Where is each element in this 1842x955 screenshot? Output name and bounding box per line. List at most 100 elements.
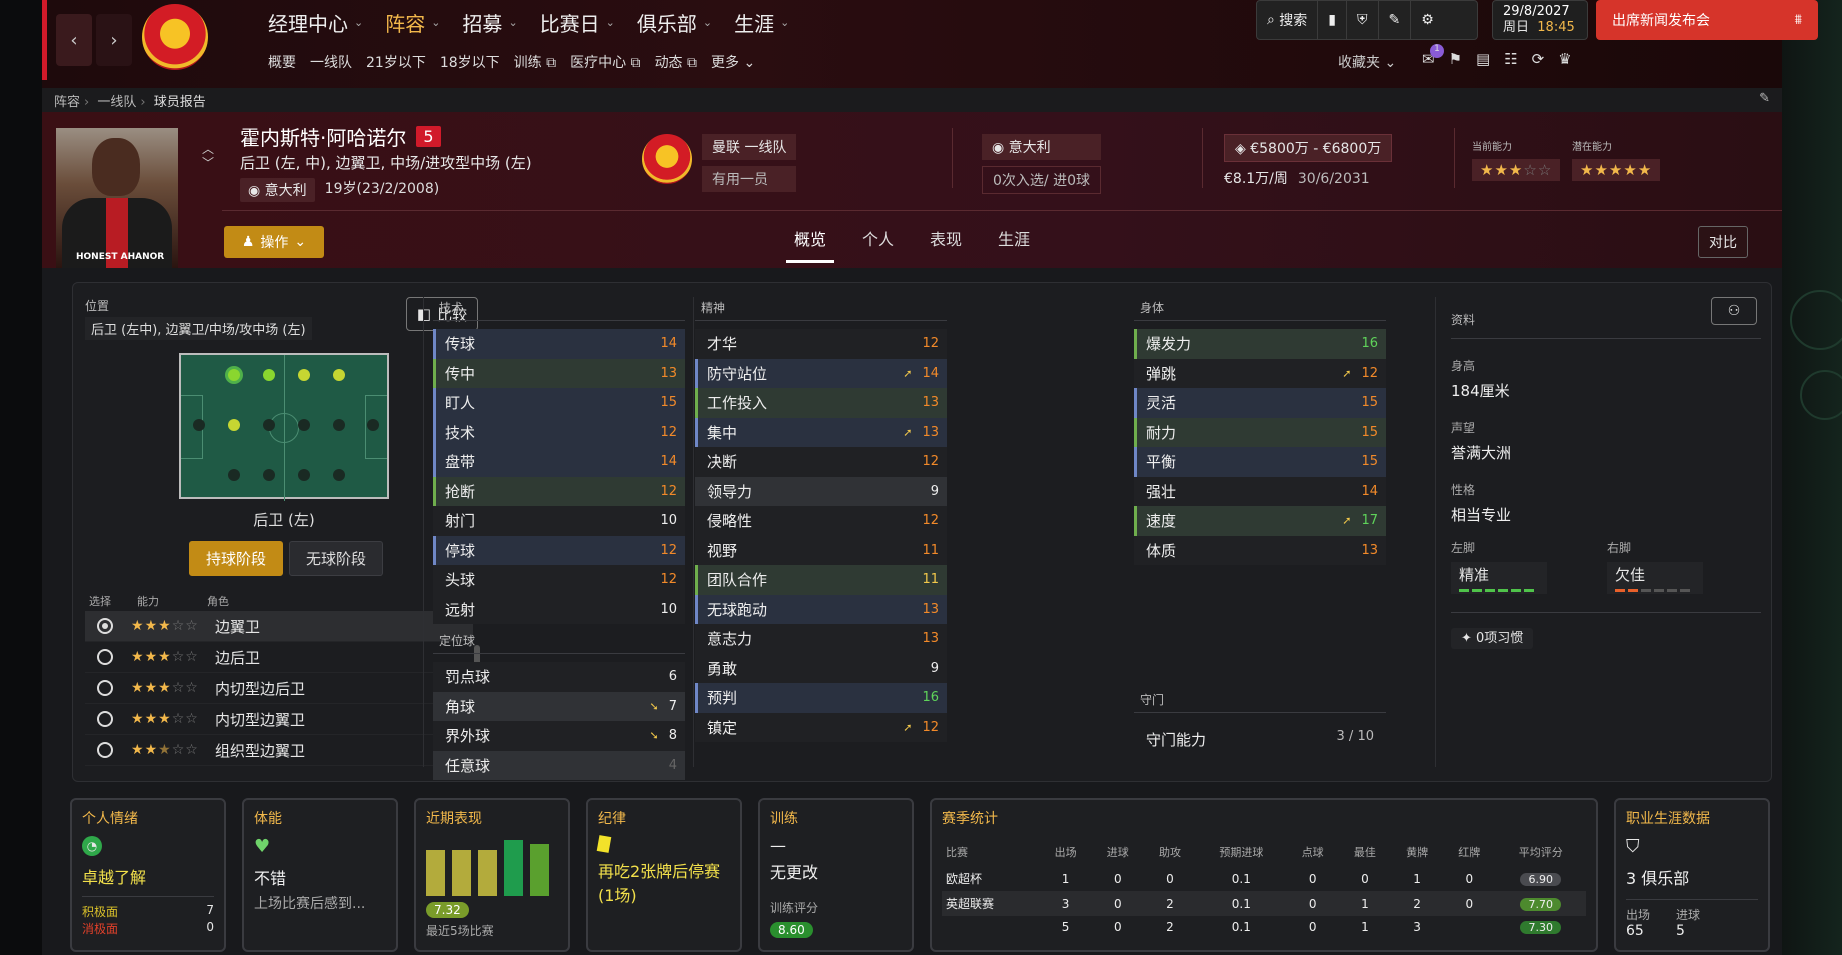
position-dot[interactable] bbox=[263, 369, 275, 381]
nav-item[interactable]: 比赛日 ⌄ bbox=[540, 8, 615, 37]
position-dot[interactable] bbox=[193, 419, 205, 431]
attribute-row[interactable]: 预判 16 bbox=[695, 683, 947, 713]
subnav-item[interactable]: 21岁以下 bbox=[366, 52, 426, 72]
role-radio[interactable] bbox=[97, 618, 113, 634]
profile-settings-button[interactable]: ⚇ bbox=[1711, 297, 1757, 325]
nav-item[interactable]: 招募 ⌄ bbox=[462, 8, 517, 37]
attribute-row[interactable]: 无球跑动 13 bbox=[695, 594, 947, 624]
position-dot[interactable] bbox=[333, 469, 345, 481]
subnav-item[interactable]: 医疗中心 ⧉ bbox=[570, 52, 640, 72]
role-radio[interactable] bbox=[97, 649, 113, 665]
actions-button[interactable]: ♟ 操作 ⌄ bbox=[224, 226, 324, 258]
role-row[interactable]: ★★★☆☆ 内切型边后卫 bbox=[85, 673, 473, 704]
position-dot[interactable] bbox=[333, 369, 345, 381]
bookmark-icon[interactable]: ▮ bbox=[1318, 1, 1348, 39]
nav-item[interactable]: 生涯 ⌄ bbox=[734, 8, 789, 37]
position-dot[interactable] bbox=[298, 419, 310, 431]
role-radio[interactable] bbox=[97, 742, 113, 758]
attribute-row[interactable]: 耐力 15 bbox=[1134, 417, 1386, 447]
position-dot[interactable] bbox=[263, 469, 275, 481]
position-dot[interactable] bbox=[298, 369, 310, 381]
chevron-down-icon[interactable]: ﹀ bbox=[202, 156, 214, 170]
people-icon[interactable]: ☷ bbox=[1504, 50, 1517, 68]
attribute-row[interactable]: 传球 14 bbox=[433, 329, 685, 359]
attribute-row[interactable]: 远射 10 bbox=[433, 594, 685, 624]
attribute-row[interactable]: 速度 ➚ 17 bbox=[1134, 506, 1386, 536]
attribute-row[interactable]: 团队合作 11 bbox=[695, 565, 947, 595]
attribute-row[interactable]: 头球 12 bbox=[433, 565, 685, 595]
tab-career[interactable]: 生涯 bbox=[990, 224, 1038, 263]
attribute-row[interactable]: 防守站位 ➚ 14 bbox=[695, 358, 947, 388]
breadcrumb-squad[interactable]: 阵容 bbox=[54, 95, 80, 110]
role-row[interactable]: ★★★☆☆ 组织型边翼卫 bbox=[85, 735, 473, 766]
nav-item[interactable]: 俱乐部 ⌄ bbox=[637, 8, 712, 37]
tab-overview[interactable]: 概览 bbox=[786, 224, 835, 263]
stats-row[interactable]: 英超联赛 3 0 2 0.1 0 1 2 0 7.70 bbox=[942, 891, 1586, 916]
attribute-row[interactable]: 角球 ➘ 7 bbox=[433, 691, 685, 721]
attribute-row[interactable]: 盘带 14 bbox=[433, 447, 685, 477]
attribute-row[interactable]: 才华 12 bbox=[695, 329, 947, 359]
nav-item[interactable]: 经理中心 ⌄ bbox=[268, 8, 363, 37]
position-dot[interactable] bbox=[333, 419, 345, 431]
attribute-row[interactable]: 意志力 13 bbox=[695, 624, 947, 654]
tab-personal[interactable]: 个人 bbox=[854, 224, 902, 263]
attribute-row[interactable]: 灵活 15 bbox=[1134, 388, 1386, 418]
stats-row[interactable]: 5 0 2 0.1 0 1 3 7.30 bbox=[942, 916, 1586, 938]
compare-button[interactable]: 对比 bbox=[1698, 226, 1748, 258]
intl-nation-tag[interactable]: ◉ 意大利 bbox=[982, 134, 1101, 160]
role-row[interactable]: ★★★☆☆ 边后卫 bbox=[85, 642, 473, 673]
role-row[interactable]: ★★★☆☆ 边翼卫 bbox=[85, 611, 473, 642]
fitness-card[interactable]: 体能 ♥ 不错 上场比赛后感到... bbox=[242, 798, 398, 952]
forward-button[interactable]: › bbox=[96, 14, 132, 66]
attribute-row[interactable]: 抢断 12 bbox=[433, 476, 685, 506]
attribute-row[interactable]: 停球 12 bbox=[433, 535, 685, 565]
discipline-card[interactable]: 纪律 再吃2张牌后停赛 (1场) bbox=[586, 798, 742, 952]
inbox-icon[interactable]: ✉ 1 bbox=[1422, 44, 1444, 68]
role-row[interactable]: ★★★☆☆ 内切型边翼卫 bbox=[85, 704, 473, 735]
morale-card[interactable]: 个人情绪 ◔ 卓越了解 积极面 7 消极面 0 bbox=[70, 798, 226, 952]
role-radio[interactable] bbox=[97, 711, 113, 727]
subnav-item[interactable]: 更多 ⌄ bbox=[711, 52, 755, 72]
attribute-row[interactable]: 体质 13 bbox=[1134, 535, 1386, 565]
attribute-row[interactable]: 视野 11 bbox=[695, 535, 947, 565]
stats-icon[interactable]: ▤ bbox=[1476, 50, 1490, 68]
attribute-row[interactable]: 侵略性 12 bbox=[695, 506, 947, 536]
edit-icon[interactable]: ✎ bbox=[1759, 91, 1770, 106]
season-stats-card[interactable]: 赛季统计 比赛 出场 进球 助攻 预期进球 点球 最佳 黄牌 红牌 平均评分 欧超杯 1 0 0 0.1 0… bbox=[930, 798, 1598, 952]
shield-icon[interactable]: ⛨ bbox=[1347, 1, 1379, 39]
attribute-row[interactable]: 集中 ➚ 13 bbox=[695, 417, 947, 447]
phase-in-possession[interactable]: 持球阶段 bbox=[189, 541, 284, 576]
attribute-row[interactable]: 弹跳 ➚ 12 bbox=[1134, 358, 1386, 388]
gear-icon[interactable]: ⚙ bbox=[1411, 1, 1444, 39]
shirt-icon[interactable]: ⚑ bbox=[1449, 50, 1462, 68]
attribute-row[interactable]: 平衡 15 bbox=[1134, 447, 1386, 477]
attribute-row[interactable]: 技术 12 bbox=[433, 417, 685, 447]
breadcrumb-first-team[interactable]: 一线队 bbox=[97, 95, 136, 110]
subnav-item[interactable]: 动态 ⧉ bbox=[655, 52, 697, 72]
club-crest-icon[interactable] bbox=[642, 134, 692, 184]
stats-row[interactable]: 欧超杯 1 0 0 0.1 0 0 1 0 6.90 bbox=[942, 866, 1586, 891]
position-dot[interactable] bbox=[228, 469, 240, 481]
attribute-row[interactable]: 盯人 15 bbox=[433, 388, 685, 418]
training-card[interactable]: 训练 — 无更改 训练评分 8.60 bbox=[758, 798, 914, 952]
attribute-row[interactable]: 任意球 4 bbox=[433, 750, 685, 780]
role-radio[interactable] bbox=[97, 680, 113, 696]
date-time[interactable]: 29/8/2027 周日 18:45 bbox=[1492, 0, 1588, 40]
attribute-row[interactable]: 决断 12 bbox=[695, 447, 947, 477]
goalkeeping-row[interactable]: 守门能力 3 / 10 bbox=[1134, 721, 1386, 758]
nav-item[interactable]: 阵容 ⌄ bbox=[385, 8, 440, 37]
attribute-row[interactable]: 勇敢 9 bbox=[695, 653, 947, 683]
position-dot[interactable] bbox=[228, 419, 240, 431]
phase-out-possession[interactable]: 无球阶段 bbox=[289, 541, 384, 576]
form-card[interactable]: 近期表现 7.32 最近5场比赛 bbox=[414, 798, 570, 952]
attribute-row[interactable]: 工作投入 13 bbox=[695, 388, 947, 418]
press-conference-button[interactable]: 出席新闻发布会 ⩩ bbox=[1596, 0, 1818, 40]
player-switch[interactable]: ︿ ﹀ bbox=[202, 142, 214, 170]
trophy-icon[interactable]: ♛ bbox=[1558, 50, 1571, 68]
attribute-row[interactable]: 传中 13 bbox=[433, 358, 685, 388]
tab-performance[interactable]: 表现 bbox=[922, 224, 970, 263]
subnav-item[interactable]: 概要 bbox=[268, 52, 296, 72]
position-dot[interactable] bbox=[263, 419, 275, 431]
habits-button[interactable]: ✦ 0项习惯 bbox=[1451, 628, 1534, 649]
position-dot[interactable] bbox=[228, 369, 240, 381]
